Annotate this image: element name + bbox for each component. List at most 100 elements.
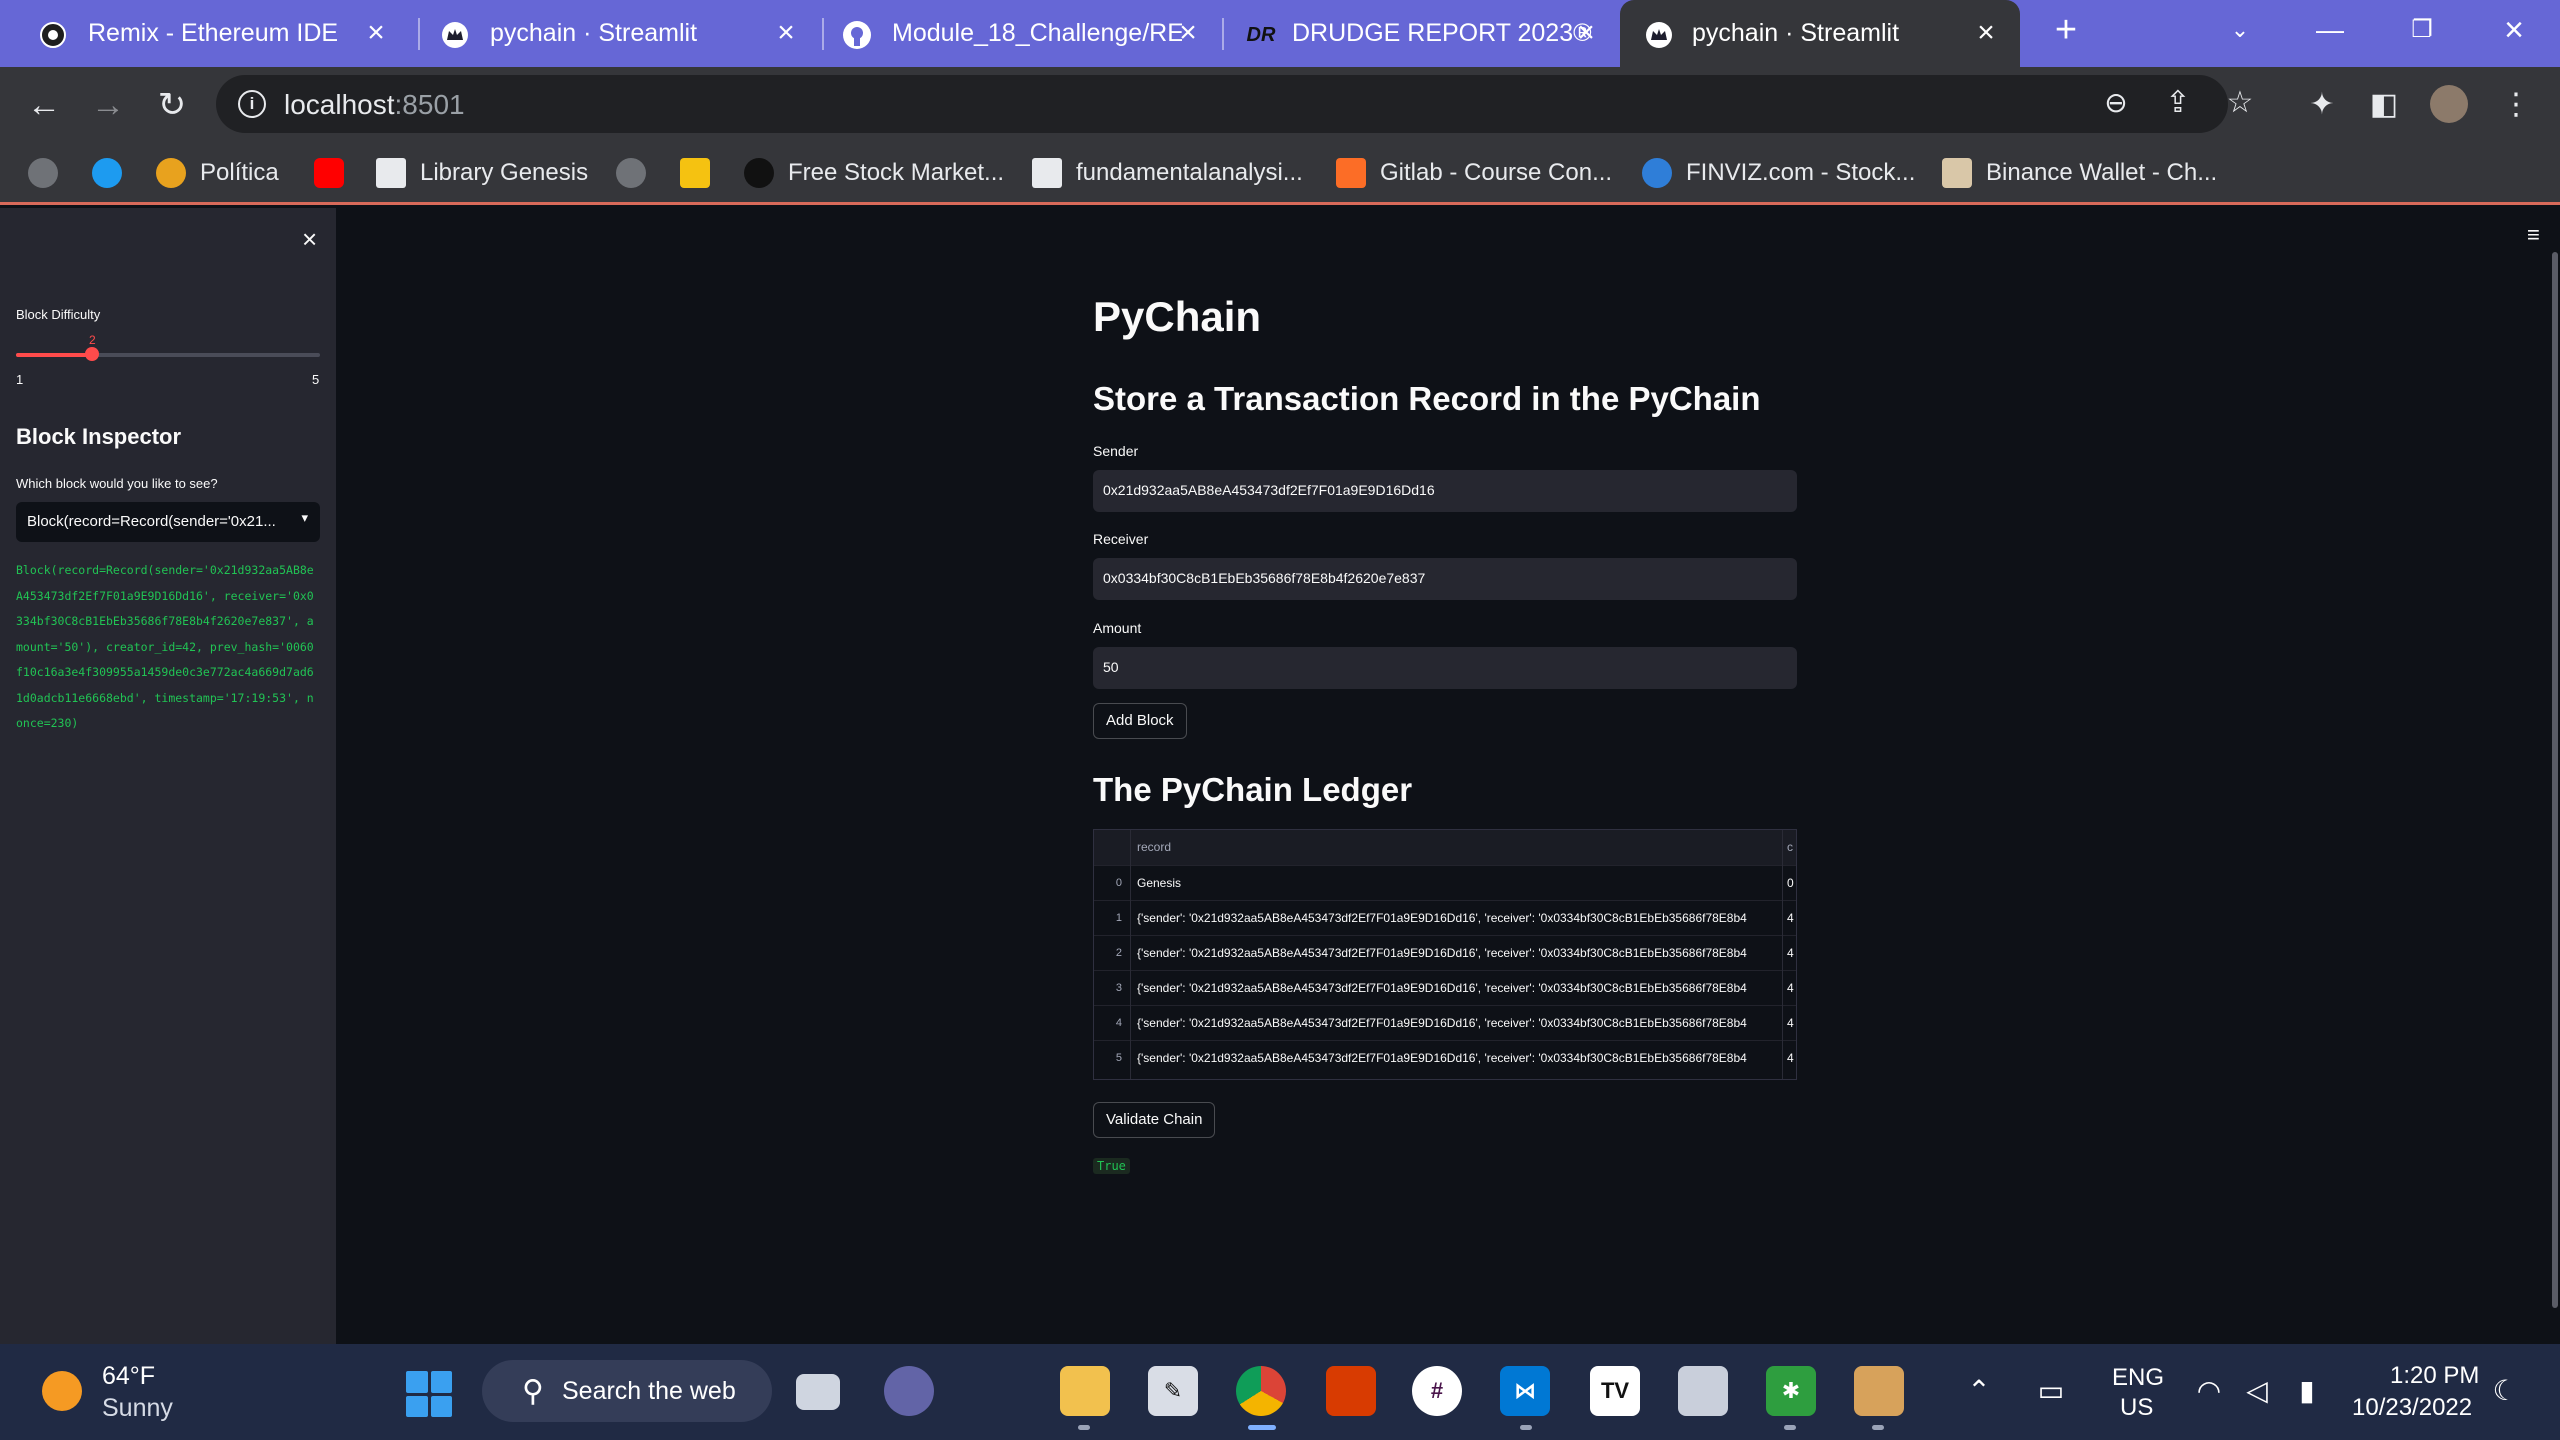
sender-input[interactable]: 0x21d932aa5AB8eA453473df2Ef7F01a9E9D16Dd… [1093, 470, 1797, 512]
row-record: {'sender': '0x21d932aa5AB8eA453473df2Ef7… [1137, 1051, 1747, 1065]
tab-github[interactable]: Module_18_Challenge/RE × [824, 0, 1222, 67]
tab-pychain-active[interactable]: pychain · Streamlit × [1620, 0, 2020, 67]
close-tab-icon[interactable]: × [360, 17, 392, 49]
inkscape-icon[interactable]: ✎ [1148, 1366, 1198, 1416]
side-panel-icon[interactable]: ◧ [2366, 87, 2402, 123]
bookmark-finviz[interactable]: FINVIZ.com - Stock... [1642, 153, 1915, 193]
teams-chat-icon[interactable] [884, 1366, 934, 1416]
table-row[interactable]: 0 Genesis 0 [1094, 865, 1796, 900]
chevron-up-icon[interactable]: ⌃ [1962, 1374, 1996, 1407]
row-col2: 4 [1787, 1051, 1794, 1065]
slider-thumb[interactable] [85, 347, 99, 361]
start-button[interactable] [406, 1371, 452, 1417]
clock-date[interactable]: 10/23/2022 [2352, 1394, 2472, 1422]
reload-icon[interactable]: ↻ [152, 85, 192, 125]
keep-icon [680, 158, 710, 188]
extensions-icon[interactable]: ✦ [2304, 87, 2340, 123]
tab-search-icon[interactable]: ⌄ [2220, 10, 2260, 50]
restore-icon[interactable]: ❐ [2402, 10, 2442, 50]
table-row[interactable]: 4 {'sender': '0x21d932aa5AB8eA453473df2E… [1094, 1005, 1796, 1040]
touch-keyboard-icon[interactable]: ▭ [2034, 1374, 2068, 1407]
share-icon[interactable]: ⇪ [2160, 85, 2196, 121]
back-icon[interactable]: ← [24, 85, 64, 125]
forward-icon[interactable]: → [88, 85, 128, 125]
table-row[interactable]: 1 {'sender': '0x21d932aa5AB8eA453473df2E… [1094, 900, 1796, 935]
clock-time[interactable]: 1:20 PM [2390, 1362, 2479, 1390]
new-tab-button[interactable]: + [2046, 10, 2086, 50]
tab-drudge[interactable]: DR DRUDGE REPORT 2023® × [1224, 0, 1620, 67]
close-tab-icon[interactable]: × [770, 17, 802, 49]
bookmark-binance[interactable]: Binance Wallet - Ch... [1942, 153, 2217, 193]
task-view-icon[interactable] [796, 1374, 840, 1410]
block-code-output: Block(record=Record(sender='0x21d932aa5A… [16, 563, 314, 730]
bookmark-globe-2[interactable] [616, 153, 660, 193]
close-window-icon[interactable]: × [2494, 10, 2534, 50]
add-block-button[interactable]: Add Block [1093, 703, 1187, 739]
menu-kebab-icon[interactable]: ⋮ [2498, 87, 2534, 123]
zoom-icon[interactable]: ⊖ [2098, 85, 2134, 121]
close-tab-icon[interactable]: × [1570, 17, 1602, 49]
tab-title: Module_18_Challenge/RE [892, 19, 1182, 47]
bookmark-stock[interactable]: Free Stock Market... [744, 153, 1004, 193]
header-col2[interactable]: c [1782, 830, 1796, 865]
table-row[interactable]: 3 {'sender': '0x21d932aa5AB8eA453473df2E… [1094, 970, 1796, 1005]
table-row[interactable]: 5 {'sender': '0x21d932aa5AB8eA453473df2E… [1094, 1040, 1796, 1075]
weather-temperature[interactable]: 64°F [102, 1362, 155, 1391]
notification-moon-icon[interactable]: ☾ [2488, 1374, 2522, 1407]
hamburger-menu-icon[interactable]: ≡ [2527, 222, 2540, 248]
ledger-table[interactable]: record c 0 Genesis 0 1 {'sender': '0x21d… [1093, 829, 1797, 1080]
bookmarks-bar: Política Library Genesis Free Stock Mark… [0, 141, 2560, 205]
bookmark-fundamental[interactable]: fundamentalanalysi... [1032, 153, 1303, 193]
main-content [336, 208, 2560, 1344]
bookmark-twitter[interactable] [92, 153, 136, 193]
volume-icon[interactable]: ◁ [2240, 1374, 2274, 1407]
difficulty-slider[interactable] [16, 347, 320, 361]
slack-icon[interactable]: # [1412, 1366, 1462, 1416]
vscode-icon[interactable]: ⋈ [1500, 1366, 1550, 1416]
language-indicator[interactable]: ENG [2112, 1364, 2164, 1392]
amount-input[interactable]: 50 [1093, 647, 1797, 689]
bookmark-youtube[interactable] [314, 153, 358, 193]
profile-avatar[interactable] [2430, 85, 2468, 123]
chrome-icon[interactable] [1236, 1366, 1286, 1416]
bookmark-label: Binance Wallet - Ch... [1986, 159, 2218, 186]
office-icon[interactable] [1326, 1366, 1376, 1416]
validate-chain-button[interactable]: Validate Chain [1093, 1102, 1216, 1138]
gitlab-icon [1336, 158, 1366, 188]
bookmark-globe-1[interactable] [28, 153, 72, 193]
battery-icon[interactable]: ▮ [2290, 1374, 2324, 1407]
header-record[interactable]: record [1131, 830, 1782, 865]
amount-label: Amount [1093, 620, 1142, 636]
taskbar-search[interactable]: ⚲ Search the web [482, 1360, 772, 1422]
file-explorer-icon[interactable] [1060, 1366, 1110, 1416]
bookmark-keep[interactable] [680, 153, 724, 193]
green-app-icon[interactable]: ✱ [1766, 1366, 1816, 1416]
wifi-icon[interactable]: ◠ [2192, 1374, 2226, 1407]
scrollbar[interactable] [2552, 252, 2558, 1308]
row-index: 5 [1115, 1052, 1122, 1064]
table-row[interactable]: 2 {'sender': '0x21d932aa5AB8eA453473df2E… [1094, 935, 1796, 970]
weather-condition[interactable]: Sunny [102, 1394, 173, 1423]
region-indicator[interactable]: US [2120, 1394, 2153, 1422]
slider-max-label: 5 [312, 372, 320, 387]
bookmark-star-icon[interactable]: ☆ [2222, 85, 2258, 121]
tab-remix[interactable]: Remix - Ethereum IDE × [0, 0, 410, 67]
bookmark-gitlab[interactable]: Gitlab - Course Con... [1336, 153, 1612, 193]
minimize-icon[interactable]: — [2310, 10, 2350, 50]
sun-icon[interactable] [42, 1371, 82, 1411]
receiver-label: Receiver [1093, 531, 1149, 547]
app-icon[interactable] [1678, 1366, 1728, 1416]
close-tab-icon[interactable]: × [1970, 17, 2002, 49]
bookmark-libgen[interactable]: Library Genesis [376, 153, 588, 193]
tab-pychain-1[interactable]: pychain · Streamlit × [420, 0, 820, 67]
tradingview-icon[interactable]: TV [1590, 1366, 1640, 1416]
package-icon[interactable] [1854, 1366, 1904, 1416]
close-tab-icon[interactable]: × [1172, 17, 1204, 49]
block-select[interactable]: Block(record=Record(sender='0x21... ▾ [16, 502, 320, 542]
close-sidebar-icon[interactable]: × [302, 224, 317, 255]
receiver-input[interactable]: 0x0334bf30C8cB1EbEb35686f78E8b4f2620e7e8… [1093, 558, 1797, 600]
bookmark-politica[interactable]: Política [156, 153, 279, 193]
site-info-icon[interactable]: i [238, 90, 266, 118]
github-icon [842, 20, 872, 50]
address-bar[interactable]: i localhost:8501 ⊖ ⇪ ☆ [216, 75, 2253, 133]
